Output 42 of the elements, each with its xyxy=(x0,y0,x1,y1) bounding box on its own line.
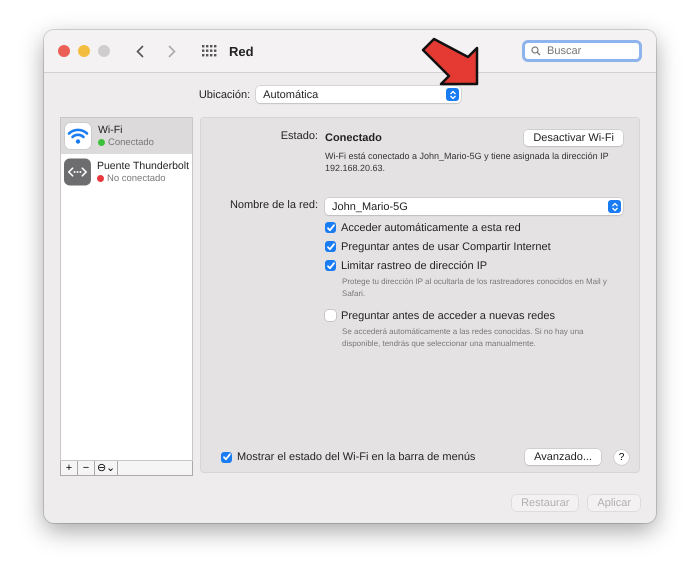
network-name-label: Nombre de la red: xyxy=(228,199,318,213)
service-name: Wi-Fi xyxy=(98,124,124,136)
status-label: Estado: xyxy=(280,130,318,144)
dropdown-arrows-icon xyxy=(446,88,460,101)
close-button[interactable] xyxy=(58,45,70,57)
checkbox[interactable] xyxy=(325,310,336,321)
location-dropdown[interactable]: Automática xyxy=(256,86,462,103)
location-label: Ubicación: xyxy=(198,88,250,100)
option-label: Limitar rastreo de dirección IP xyxy=(341,260,488,272)
checkbox[interactable] xyxy=(325,241,336,252)
help-button[interactable]: ? xyxy=(614,450,629,464)
grid-icon[interactable] xyxy=(202,45,217,57)
checkbox[interactable] xyxy=(325,260,336,271)
network-dropdown[interactable]: John_Mario-5G xyxy=(325,198,623,215)
status-description: Wi-Fi está conectado a John_Mario-5G y tiene asignada la dirección IP 192.168.20.63. xyxy=(325,150,610,174)
option-note: Protege tu dirección IP al ocultarla de los rastreadores conocidos en Mail y Safari. xyxy=(342,276,608,300)
checkbox[interactable] xyxy=(325,222,336,233)
list-button[interactable]: + xyxy=(61,461,78,475)
checkbox[interactable] xyxy=(221,452,232,462)
list-button[interactable]: − xyxy=(78,461,95,475)
option-label: Acceder automáticamente a esta red xyxy=(341,222,521,234)
list-button[interactable]: ⊖⌄ xyxy=(95,461,118,475)
window-title: Red xyxy=(229,44,254,58)
option-note: Se accederá automáticamente a las redes conocidas. Si no hay una disponible, tendrás que seleccionar una manualmente. xyxy=(342,326,584,350)
disable-wifi-button[interactable]: Desactivar Wi-Fi xyxy=(524,130,623,146)
service-status: Conectado xyxy=(108,137,154,148)
option-label: Mostrar el estado del Wi-Fi en la barra de menús xyxy=(237,451,476,463)
service-status: No conectado xyxy=(106,173,166,184)
dropdown-arrows-icon xyxy=(608,200,621,213)
search-field[interactable]: Buscar xyxy=(522,40,642,62)
service-item[interactable]: Puente Thunderbolt No conectado xyxy=(61,154,192,190)
connection-icon xyxy=(64,158,91,186)
back-icon[interactable] xyxy=(136,44,144,58)
option-label: Preguntar antes de usar Compartir Internet xyxy=(341,240,551,252)
advanced-button[interactable]: Avanzado... xyxy=(525,449,601,465)
option-label: Preguntar antes de acceder a nuevas redes xyxy=(341,310,556,322)
service-item[interactable]: Wi-Fi Conectado xyxy=(61,118,192,154)
search-icon xyxy=(531,46,541,56)
service-name: Puente Thunderbolt xyxy=(96,160,189,172)
wifi-icon xyxy=(64,122,92,150)
status-value: Conectado xyxy=(325,132,382,144)
forward-icon[interactable] xyxy=(168,44,176,58)
